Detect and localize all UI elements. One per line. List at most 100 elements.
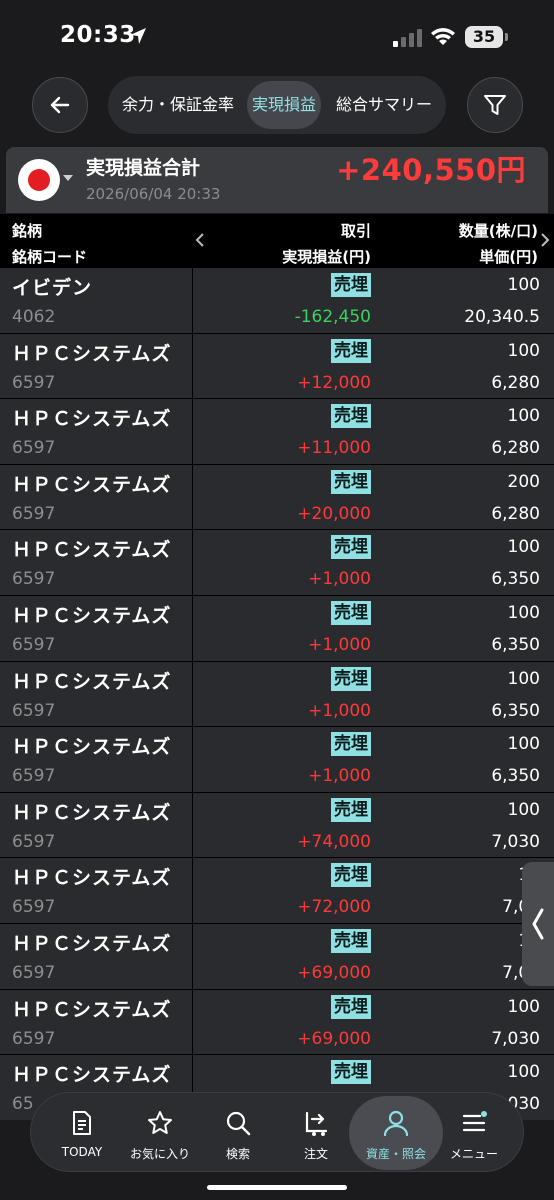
unit-price: 6,280 [491, 438, 540, 459]
tab-favorites[interactable]: お気に入り [121, 1093, 199, 1173]
stock-code: 6597 [12, 569, 56, 590]
tab-search[interactable]: 検索 [199, 1093, 277, 1173]
table-row[interactable]: ＨＰＣシステムズ 6597 売埋 +1,000 100 6,350 [0, 530, 554, 596]
tab-menu[interactable]: メニュー [435, 1093, 513, 1173]
trade-type-badge: 売埋 [331, 404, 371, 429]
person-icon [383, 1110, 409, 1137]
tab-margin[interactable]: 余力・保証金率 [112, 81, 244, 129]
trade-type-badge: 売埋 [331, 732, 371, 757]
header-stock-code: 銘柄コード [12, 248, 88, 266]
chevron-left-icon[interactable] [195, 232, 205, 248]
tab-summary[interactable]: 総合サマリー [324, 81, 444, 129]
realized-pnl: +20,000 [297, 503, 371, 524]
battery-icon: 35 [465, 26, 508, 48]
chevron-right-icon[interactable] [540, 232, 550, 248]
realized-pnl: +69,000 [297, 1028, 371, 1049]
header-stock: 銘柄 [12, 222, 43, 240]
stock-code: 6597 [12, 766, 56, 787]
tab-label: 資産・照会 [365, 1147, 426, 1161]
japan-flag-icon[interactable] [18, 159, 60, 201]
stock-name: ＨＰＣシステムズ [12, 867, 172, 890]
stock-code: 6597 [12, 634, 56, 655]
filter-icon [484, 95, 506, 115]
tab-order[interactable]: 注文 [277, 1093, 355, 1173]
home-indicator [207, 1185, 347, 1190]
quantity: 100 [507, 275, 540, 295]
search-icon [226, 1111, 251, 1136]
quantity: 200 [507, 471, 540, 492]
bottom-tab-bar: TODAY お気に入り 検索 注文 資産・照会 メニュー [30, 1092, 524, 1172]
trade-type-badge: 売埋 [331, 666, 371, 691]
stock-name: ＨＰＣシステムズ [12, 801, 172, 824]
trade-type-badge: 売埋 [331, 994, 371, 1019]
stock-name: ＨＰＣシステムズ [12, 604, 172, 627]
unit-price: 7,030 [491, 831, 540, 852]
realized-pnl: +1,000 [308, 700, 371, 721]
realized-pnl: -162,450 [294, 307, 371, 327]
stock-name: ＨＰＣシステムズ [12, 473, 172, 496]
document-icon [73, 1111, 91, 1135]
realized-pnl: +69,000 [297, 962, 371, 983]
tab-realized-pnl[interactable]: 実現損益 [247, 81, 321, 129]
summary-total: +240,550円 [336, 153, 526, 187]
unit-price: 20,340.5 [464, 307, 540, 327]
stock-code: 6597 [12, 438, 56, 459]
table-row[interactable]: ＨＰＣシステムズ 6597 売埋 +1,000 100 6,350 [0, 727, 554, 793]
table-row[interactable]: ＨＰＣシステムズ 6597 売埋 +69,000 10 7,03 [0, 923, 554, 990]
status-time: 20:33 [60, 22, 136, 48]
table-row[interactable]: ＨＰＣシステムズ 6597 売埋 +72,000 10 7,03 [0, 858, 554, 924]
tab-label: 注文 [303, 1147, 328, 1161]
trade-type-badge: 売埋 [331, 863, 371, 888]
realized-pnl: +74,000 [297, 831, 371, 852]
unit-price: 6,350 [491, 634, 540, 655]
realized-pnl: +11,000 [297, 438, 371, 459]
realized-pnl: +1,000 [308, 766, 371, 787]
realized-pnl: +1,000 [308, 634, 371, 655]
unit-price: 6,280 [491, 503, 540, 524]
wifi-icon [431, 28, 455, 45]
table-row[interactable]: ＨＰＣシステムズ 6597 売埋 +20,000 200 6,280 [0, 464, 554, 531]
quantity: 100 [507, 340, 540, 361]
stock-name: イビデン [12, 277, 93, 299]
menu-icon [462, 1111, 487, 1132]
quantity: 100 [507, 406, 540, 427]
back-button[interactable] [32, 77, 88, 133]
trade-type-badge: 売埋 [331, 600, 371, 625]
tab-label: メニュー [449, 1147, 498, 1161]
table-row[interactable]: イビデン 4062 売埋 -162,450 100 20,340.5 [0, 268, 554, 334]
unit-price: 6,280 [491, 372, 540, 393]
caret-down-icon[interactable] [63, 175, 73, 181]
table-header: 銘柄 銘柄コード 取引 実現損益(円) 数量(株/口) 単価(円) [0, 214, 554, 268]
table-row[interactable]: ＨＰＣシステムズ 6597 売埋 +1,000 100 6,350 [0, 595, 554, 662]
realized-pnl: +1,000 [308, 569, 371, 590]
table-row[interactable]: ＨＰＣシステムズ 6597 売埋 +69,000 100 7,030 [0, 989, 554, 1056]
stock-name: ＨＰＣシステムズ [12, 932, 172, 955]
table-row[interactable]: ＨＰＣシステムズ 6597 売埋 +1,000 100 6,350 [0, 661, 554, 728]
filter-button[interactable] [467, 77, 523, 133]
table-row[interactable]: ＨＰＣシステムズ 6597 売埋 +11,000 100 6,280 [0, 399, 554, 465]
tab-label: お気に入り [129, 1147, 190, 1161]
trade-type-badge: 売埋 [331, 797, 371, 822]
table-row[interactable]: ＨＰＣシステムズ 6597 売埋 +74,000 100 7,030 [0, 792, 554, 859]
tab-today[interactable]: TODAY [43, 1093, 121, 1173]
table-row[interactable]: ＨＰＣシステムズ 6597 売埋 +12,000 100 6,280 [0, 333, 554, 400]
unit-price: 6,350 [491, 700, 540, 721]
stock-name: ＨＰＣシステムズ [12, 998, 172, 1021]
realized-pnl: +72,000 [297, 897, 371, 918]
header-trade: 取引 [340, 222, 371, 240]
side-drawer-handle[interactable] [522, 862, 554, 986]
stock-code: 6597 [12, 962, 56, 983]
signal-icon [393, 29, 422, 47]
unit-price: 6,350 [491, 766, 540, 787]
stock-code: 6597 [12, 897, 56, 918]
star-icon [148, 1111, 172, 1134]
unit-price: 6,350 [491, 569, 540, 590]
quantity: 100 [507, 668, 540, 689]
quantity: 100 [507, 734, 540, 755]
realized-pnl: +12,000 [297, 372, 371, 393]
segment-control: 余力・保証金率 実現損益 総合サマリー [108, 76, 446, 134]
quantity: 100 [507, 1062, 540, 1083]
tab-assets[interactable]: 資産・照会 [349, 1096, 443, 1170]
stock-name: ＨＰＣシステムズ [12, 539, 172, 562]
stock-code: 4062 [12, 307, 56, 327]
